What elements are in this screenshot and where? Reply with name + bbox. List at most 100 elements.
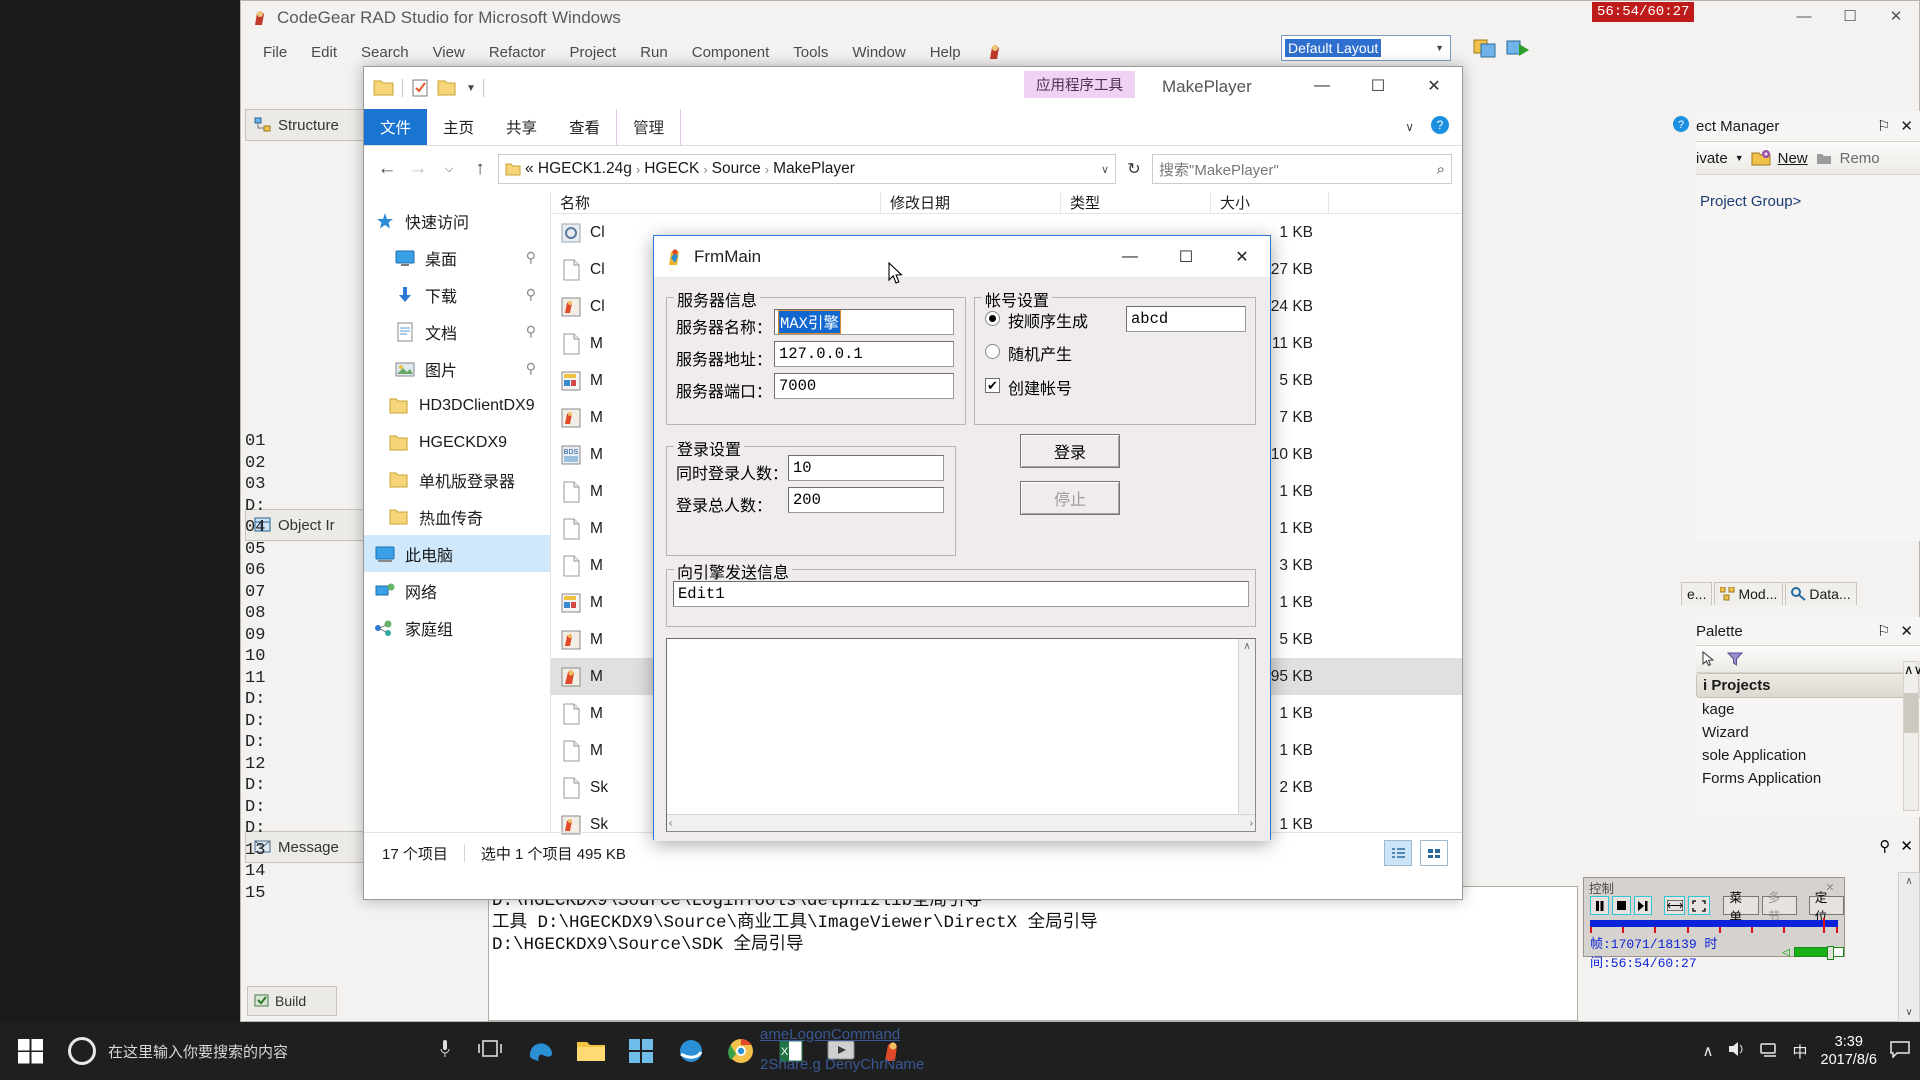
ie-icon[interactable]	[674, 1034, 708, 1068]
project-tree-root[interactable]: Project Group>	[1696, 175, 1920, 210]
breadcrumb[interactable]: « HGECK1.24g › HGECK › Source › MakePlay…	[498, 154, 1116, 184]
palette-group-delphi-projects[interactable]: i Projects	[1696, 673, 1920, 698]
account-prefix-input[interactable]: abcd	[1126, 306, 1246, 332]
create-account-checkbox[interactable]: ✔	[985, 378, 1000, 393]
palette-scrollbar-thumb[interactable]	[1904, 693, 1918, 733]
chevron-down-icon[interactable]: ▼	[466, 83, 476, 94]
pointer-icon[interactable]	[1700, 651, 1716, 667]
close-icon[interactable]: ✕	[1900, 117, 1913, 135]
layout-combo[interactable]: Default Layout ▼	[1281, 35, 1451, 61]
breadcrumb-item-0[interactable]: « HGECK1.24g	[525, 160, 632, 178]
breadcrumb-item-3[interactable]: MakePlayer	[773, 160, 855, 178]
ribbon-tab-file[interactable]: 文件	[364, 109, 428, 145]
close-icon[interactable]: ✕	[1900, 837, 1913, 855]
network-icon[interactable]	[1759, 1040, 1780, 1062]
media-control-close-button[interactable]: ✕	[1819, 880, 1841, 894]
taskbar-search-input[interactable]: 在这里输入你要搜索的内容	[96, 1041, 438, 1062]
menu-tools[interactable]: Tools	[781, 40, 840, 65]
next-frame-button[interactable]	[1633, 896, 1653, 915]
rad-maximize-button[interactable]: ☐	[1827, 1, 1873, 31]
recent-locations-button[interactable]: ⌵	[436, 156, 462, 182]
media-progress-bar[interactable]	[1590, 918, 1838, 929]
chevron-down-icon[interactable]: ∨	[1101, 163, 1109, 176]
palette-item-wizard[interactable]: Wizard	[1696, 721, 1920, 744]
nav-item-this-pc[interactable]: 此电脑	[364, 535, 550, 572]
nav-item-network[interactable]: 网络	[364, 572, 550, 609]
palette-item-forms-application[interactable]: Forms Application	[1696, 767, 1920, 790]
nav-item-standalone-launcher[interactable]: 单机版登录器	[364, 461, 550, 498]
chevron-down-icon[interactable]: ▼	[1735, 153, 1744, 163]
folder-icon[interactable]	[373, 78, 395, 98]
search-icon[interactable]: ⌕	[1437, 161, 1445, 178]
palette-item-package[interactable]: kage	[1696, 698, 1920, 721]
build-dock-tab[interactable]: Build	[247, 986, 337, 1016]
details-view-button[interactable]	[1384, 840, 1412, 866]
close-icon[interactable]: ✕	[1900, 622, 1913, 640]
rad-close-button[interactable]: ✕	[1873, 1, 1919, 31]
memo-vertical-scrollbar[interactable]: ∧ ∨	[1238, 639, 1255, 831]
pin-icon[interactable]: ⚲	[526, 249, 536, 266]
menu-view[interactable]: View	[421, 40, 477, 65]
clock[interactable]: 3:39 2017/8/6	[1821, 1033, 1877, 1069]
menu-file[interactable]: File	[251, 40, 299, 65]
column-header-name[interactable]: 名称	[551, 192, 881, 213]
pin-icon[interactable]: ⚐	[1877, 117, 1890, 135]
server-address-input[interactable]: 127.0.0.1	[774, 341, 954, 367]
pin-icon[interactable]: ⚲	[526, 323, 536, 340]
volume-icon[interactable]: ◁	[1782, 945, 1790, 960]
frm-minimize-button[interactable]: —	[1102, 237, 1158, 277]
menu-refactor[interactable]: Refactor	[477, 40, 558, 65]
large-icons-view-button[interactable]	[1420, 840, 1448, 866]
ime-indicator[interactable]: 中	[1793, 1041, 1808, 1062]
ribbon-tab-manage[interactable]: 管理	[616, 109, 682, 145]
column-header-date[interactable]: 修改日期	[881, 192, 1061, 213]
breadcrumb-item-1[interactable]: HGECK	[644, 160, 699, 178]
palette-scrollbar[interactable]: ∧∨	[1903, 661, 1920, 811]
pin-icon[interactable]: ⚲	[1879, 837, 1890, 855]
save-all-icon[interactable]	[1473, 37, 1499, 64]
engine-message-input[interactable]: Edit1	[673, 581, 1249, 607]
menu-project[interactable]: Project	[558, 40, 629, 65]
menu-run[interactable]: Run	[628, 40, 680, 65]
new-folder-icon[interactable]	[437, 78, 459, 98]
breadcrumb-item-2[interactable]: Source	[712, 160, 761, 178]
help-circle-icon[interactable]: ?	[1672, 115, 1690, 133]
chrome-icon[interactable]	[724, 1034, 758, 1068]
file-explorer-icon[interactable]	[574, 1034, 608, 1068]
cortana-icon[interactable]	[68, 1037, 96, 1065]
menu-component[interactable]: Component	[680, 40, 782, 65]
nav-item-quick-access[interactable]: 快速访问	[364, 202, 550, 239]
microphone-icon[interactable]	[438, 1038, 452, 1065]
action-center-icon[interactable]	[1890, 1040, 1910, 1062]
nav-item-desktop[interactable]: 桌面 ⚲	[364, 239, 550, 276]
locate-button[interactable]: 定位	[1808, 891, 1844, 924]
nav-item-hd3dclientdx9[interactable]: HD3DClientDX9	[364, 387, 550, 424]
filter-icon[interactable]	[1726, 651, 1744, 667]
tray-expand-icon[interactable]: ∧	[1703, 1042, 1714, 1060]
start-button[interactable]	[0, 1022, 62, 1080]
menu-edit[interactable]: Edit	[299, 40, 349, 65]
scroll-up-icon[interactable]: ∧	[1243, 641, 1250, 652]
fullscreen-button[interactable]	[1688, 896, 1711, 915]
explorer-minimize-button[interactable]: —	[1294, 67, 1350, 105]
volume-slider[interactable]	[1793, 946, 1844, 960]
tab-model-1[interactable]: e...	[1681, 582, 1713, 605]
pin-icon[interactable]: ⚲	[526, 286, 536, 303]
chevron-down-icon[interactable]: ∨	[1405, 120, 1414, 134]
rad-help-icon[interactable]	[983, 40, 1005, 65]
edge-icon[interactable]	[524, 1034, 558, 1068]
stop-button[interactable]: 停止	[1020, 481, 1120, 515]
background-scrollbar[interactable]: ∧ ∨	[1898, 872, 1920, 1022]
menu-button[interactable]: 菜单	[1723, 891, 1759, 924]
help-icon[interactable]: ?	[1430, 115, 1450, 140]
new-button[interactable]: New	[1778, 150, 1808, 167]
run-icon[interactable]	[1505, 37, 1531, 64]
store-icon[interactable]	[624, 1034, 658, 1068]
column-header-type[interactable]: 类型	[1061, 192, 1211, 213]
frm-close-button[interactable]: ✕	[1214, 237, 1270, 277]
random-radio[interactable]	[985, 344, 1000, 359]
activate-button[interactable]: ivate	[1696, 150, 1728, 167]
server-name-input[interactable]: MAX引擎	[774, 309, 954, 335]
nav-item-homegroup[interactable]: 家庭组	[364, 609, 550, 646]
nav-item-pictures[interactable]: 图片 ⚲	[364, 350, 550, 387]
